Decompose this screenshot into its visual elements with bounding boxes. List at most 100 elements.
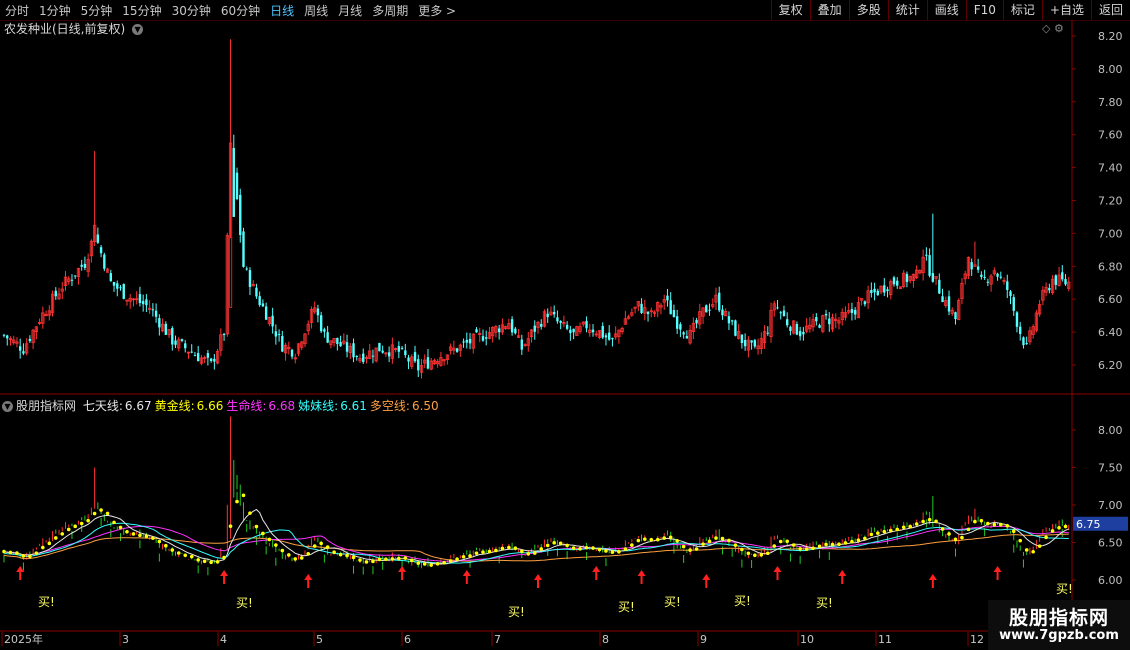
candle-body [750, 340, 753, 343]
gold-line-dot [1050, 529, 1055, 533]
candle-body [802, 331, 805, 335]
candle-body [222, 333, 226, 336]
gold-line-dot [999, 522, 1003, 527]
gold-line-dot [189, 554, 194, 559]
gold-line-dot [643, 537, 647, 541]
candle-body [274, 331, 278, 337]
gold-line-dot [416, 561, 421, 565]
candle-body [235, 172, 239, 200]
candle-body [248, 270, 252, 288]
gold-line-dot [358, 558, 362, 562]
candle-body [514, 328, 517, 334]
gold-line-dot [21, 554, 26, 558]
candle-body [941, 296, 944, 303]
candle-body [242, 231, 245, 267]
gold-line-dot [655, 537, 660, 542]
gold-line-dot [293, 557, 298, 561]
candle-body [976, 266, 980, 270]
candle-body [905, 273, 909, 282]
candle-body [116, 283, 119, 289]
candle-body [154, 310, 158, 317]
gold-line-dot [351, 555, 356, 560]
candle-body [193, 355, 197, 357]
candle-body [462, 341, 465, 343]
buy-arrow-head [220, 570, 229, 576]
buy-arrow-head [702, 574, 711, 580]
candle-body [708, 309, 711, 311]
indicator-line-label-0: 七天线: [82, 399, 123, 413]
price-axis-label: 8.00 [1098, 63, 1123, 76]
candle-body [892, 277, 896, 285]
gold-line-dot [248, 511, 252, 515]
gold-line-dot [222, 555, 226, 560]
gold-line-dot [630, 543, 634, 547]
gold-line-dot [202, 559, 207, 564]
candle-body [174, 340, 177, 345]
buy-label: 买! [734, 594, 751, 608]
candle-body [863, 301, 867, 305]
buy-arrow-head [462, 570, 471, 576]
candle-body [611, 338, 614, 340]
gold-line-dot [1024, 548, 1029, 552]
gold-line-dot [86, 518, 90, 523]
candle-body [569, 329, 572, 334]
indicator-line-value-2: 6.68 [268, 399, 296, 413]
date-axis-label: 5 [316, 633, 323, 646]
kline-chart[interactable]: 8.20 8.00 7.80 7.60 7.40 7.20 7.00 6.80 6.60 6.40… [0, 0, 1130, 650]
candle-body [815, 317, 818, 322]
candle-body [510, 319, 514, 333]
gold-line-dot [539, 547, 544, 551]
candle-body [883, 285, 886, 293]
date-axis-label: 10 [800, 633, 814, 646]
candle-body [585, 320, 588, 329]
candle-body [339, 342, 342, 347]
gold-line-dot [364, 560, 369, 564]
gold-line-dot [552, 541, 556, 545]
candle-body [896, 280, 899, 286]
price-axis-label: 7.80 [1098, 96, 1123, 109]
date-axis-label: 7 [494, 633, 501, 646]
gold-line-dot [914, 522, 919, 526]
gold-line-dot [287, 553, 291, 557]
gold-line-dot [662, 536, 667, 540]
gold-line-dot [384, 557, 388, 561]
chevron-down-icon[interactable]: ▼ [2, 401, 13, 412]
buy-label: 买! [236, 596, 253, 610]
gold-line-dot [526, 551, 531, 556]
candle-body [850, 309, 854, 313]
gold-line-dot [986, 521, 990, 526]
gold-line-dot [843, 541, 848, 545]
candle-body [533, 325, 536, 332]
candle-body [397, 346, 401, 352]
candle-body [938, 279, 941, 294]
gold-line-dot [869, 532, 874, 537]
candle-body [54, 290, 57, 297]
candle-body [1064, 279, 1067, 285]
gold-line-dot [235, 499, 239, 504]
gold-line-dot [940, 527, 945, 531]
candle-body [336, 337, 339, 345]
candle-body [672, 310, 676, 318]
candle-body [1025, 343, 1028, 345]
gold-line-dot [429, 563, 434, 567]
candle-body [112, 281, 116, 286]
buy-arrow-head [534, 574, 542, 580]
gold-line-dot [209, 560, 213, 565]
gold-line-dot [474, 551, 479, 555]
candle-body [407, 357, 410, 362]
price-axis-label: 7.00 [1098, 227, 1123, 240]
gold-line-dot [701, 542, 705, 546]
ind-axis-label: 7.00 [1098, 499, 1123, 512]
gold-line-dot [733, 543, 738, 547]
date-axis-label: 8 [602, 633, 609, 646]
buy-label: 买! [38, 595, 55, 609]
gold-line-dot [403, 556, 408, 560]
gold-line-dot [144, 534, 149, 539]
gold-line-dot [73, 524, 77, 529]
gold-line-dot [34, 551, 39, 555]
candle-body [824, 313, 828, 316]
gold-line-dot [1018, 538, 1023, 543]
candle-body [1022, 337, 1025, 346]
candle-body [413, 352, 417, 362]
gold-line-dot [442, 560, 446, 565]
